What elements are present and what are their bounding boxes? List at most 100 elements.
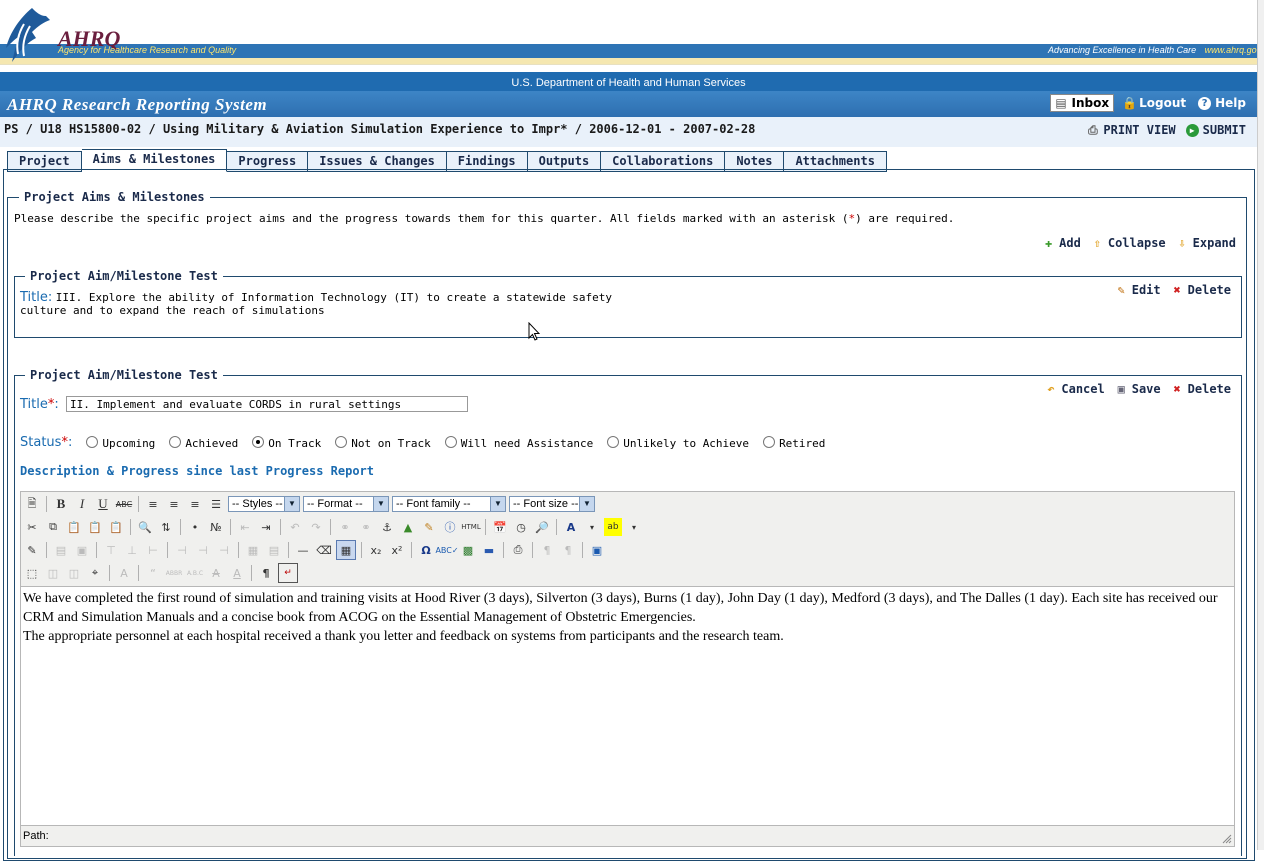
status-option-upcoming[interactable]: Upcoming [86,435,155,450]
delete-row-icon[interactable]: ⊢ [144,541,162,559]
ahrq-logo[interactable]: AHRQ [2,4,122,64]
radio-achieved[interactable] [169,435,182,448]
status-option-retired[interactable]: Retired [763,435,825,450]
align-left-icon[interactable]: ≡ [144,495,162,513]
superscript-icon[interactable]: x² [388,541,406,559]
strikethrough-icon[interactable]: ABC [115,495,133,513]
delete-text-icon[interactable]: A [207,564,225,582]
add-button[interactable]: ✚ Add [1042,236,1081,250]
redo-icon[interactable]: ↷ [307,518,325,536]
aim-title-input[interactable]: II. Implement and evaluate CORDS in rura… [66,396,468,412]
anchor-icon[interactable]: ⚓ [378,518,396,536]
paste-word-icon[interactable]: 📋 [107,518,125,536]
link-icon[interactable]: ⚭ [336,518,354,536]
html-source-icon[interactable]: HTML [461,518,480,536]
radio-on-track[interactable] [252,435,265,448]
text-color-dropdown-icon[interactable]: ▾ [583,518,601,536]
styles-props-icon[interactable]: A [115,564,133,582]
status-option-achieved[interactable]: Achieved [169,435,238,450]
status-option-not-on-track[interactable]: Not on Track [335,435,431,450]
nonbreaking-space-icon[interactable]: ↵ [278,563,298,583]
expand-button[interactable]: ⇩ Expand [1176,236,1236,250]
move-forward-icon[interactable]: ◫ [44,564,62,582]
absolute-position-icon[interactable]: ⌖ [86,564,104,582]
align-justify-icon[interactable]: ☰ [207,495,225,513]
unlink-icon[interactable]: ⚭ [357,518,375,536]
insert-layer-icon[interactable]: ⬚ [23,564,41,582]
toggle-guidelines-icon[interactable]: ▦ [336,540,356,560]
underline-icon[interactable]: U [94,495,112,513]
remove-format-icon[interactable]: ⌫ [315,541,333,559]
print-view-button[interactable]: ⎙ PRINT VIEW [1086,123,1176,137]
split-cells-icon[interactable]: ▦ [244,541,262,559]
acronym-icon[interactable]: A.B.C [186,564,204,582]
cleanup-icon[interactable]: ✎ [420,518,438,536]
copy-icon[interactable]: ⧉ [44,518,62,536]
format-select[interactable]: -- Format -- ▼ [303,496,389,512]
ltr-icon[interactable]: ¶ [538,541,556,559]
undo-icon[interactable]: ↶ [286,518,304,536]
radio-not-on-track[interactable] [335,435,348,448]
insert-col-before-icon[interactable]: ⊣ [173,541,191,559]
find-icon[interactable]: 🔍 [136,518,154,536]
move-backward-icon[interactable]: ◫ [65,564,83,582]
radio-retired[interactable] [763,435,776,448]
italic-icon[interactable]: I [73,495,91,513]
resize-handle-icon[interactable] [1222,834,1232,844]
outdent-icon[interactable]: ⇤ [236,518,254,536]
inbox-button[interactable]: ▤ Inbox [1049,94,1115,112]
paste-icon[interactable]: 📋 [65,518,83,536]
delete-button-aim-2[interactable]: ✖ Delete [1171,382,1231,396]
insert-date-icon[interactable]: 📅 [491,518,509,536]
submit-button[interactable]: ▶ SUBMIT [1185,123,1246,137]
help-button[interactable]: ? Help [1194,95,1250,111]
align-right-icon[interactable]: ≡ [186,495,204,513]
numbered-list-icon[interactable]: № [207,518,225,536]
radio-unlikely[interactable] [607,435,620,448]
cancel-button[interactable]: ↶ Cancel [1044,382,1104,396]
advanced-hr-icon[interactable]: ▬ [480,541,498,559]
status-option-unlikely[interactable]: Unlikely to Achieve [607,435,749,450]
collapse-button[interactable]: ⇧ Collapse [1091,236,1166,250]
insert-col-after-icon[interactable]: ⊣ [194,541,212,559]
help-icon[interactable]: ⓘ [441,518,459,536]
page-scrollbar[interactable] [1257,0,1264,850]
ahrq-url-link[interactable]: www.ahrq.gov [1205,45,1262,55]
cite-icon[interactable]: “ [144,564,162,582]
styles-select[interactable]: -- Styles -- ▼ [228,496,300,512]
media-icon[interactable]: ▩ [459,541,477,559]
visual-chars-icon[interactable]: ¶ [257,564,275,582]
insert-text-icon[interactable]: A [228,564,246,582]
insert-row-before-icon[interactable]: ⊤ [102,541,120,559]
spellcheck-icon[interactable]: ABC✓ [435,541,458,559]
logout-button[interactable]: 🔒 Logout [1118,95,1190,111]
editor-content-area[interactable]: We have completed the first round of sim… [21,586,1234,826]
delete-button-aim-1[interactable]: ✖ Delete [1171,283,1231,297]
bullet-list-icon[interactable]: • [186,518,204,536]
abbreviation-icon[interactable]: ABBR [165,564,183,582]
radio-upcoming[interactable] [86,435,99,448]
highlight-color-icon[interactable]: ab [604,518,622,536]
delete-col-icon[interactable]: ⊣ [215,541,233,559]
edit-css-icon[interactable]: ✎ [23,541,41,559]
font-family-select[interactable]: -- Font family -- ▼ [392,496,506,512]
paste-text-icon[interactable]: 📋 [86,518,104,536]
text-color-icon[interactable]: A [562,518,580,536]
rtl-icon[interactable]: ¶ [559,541,577,559]
merge-cells-icon[interactable]: ▤ [265,541,283,559]
status-option-will-need-assistance[interactable]: Will need Assistance [444,435,593,450]
edit-button[interactable]: ✎ Edit [1115,283,1161,297]
insert-row-after-icon[interactable]: ⊥ [123,541,141,559]
subscript-icon[interactable]: x₂ [367,541,385,559]
print-icon[interactable]: ⎙ [509,541,527,559]
preview-icon[interactable]: 🔎 [533,518,551,536]
insert-time-icon[interactable]: ◷ [512,518,530,536]
radio-will-need-assistance[interactable] [444,435,457,448]
status-option-on-track[interactable]: On Track [252,435,321,450]
indent-icon[interactable]: ⇥ [257,518,275,536]
row-properties-icon[interactable]: ▤ [52,541,70,559]
replace-icon[interactable]: ⇅ [157,518,175,536]
cell-properties-icon[interactable]: ▣ [73,541,91,559]
cut-icon[interactable]: ✂ [23,518,41,536]
new-document-icon[interactable]: 🗎 [23,495,41,513]
